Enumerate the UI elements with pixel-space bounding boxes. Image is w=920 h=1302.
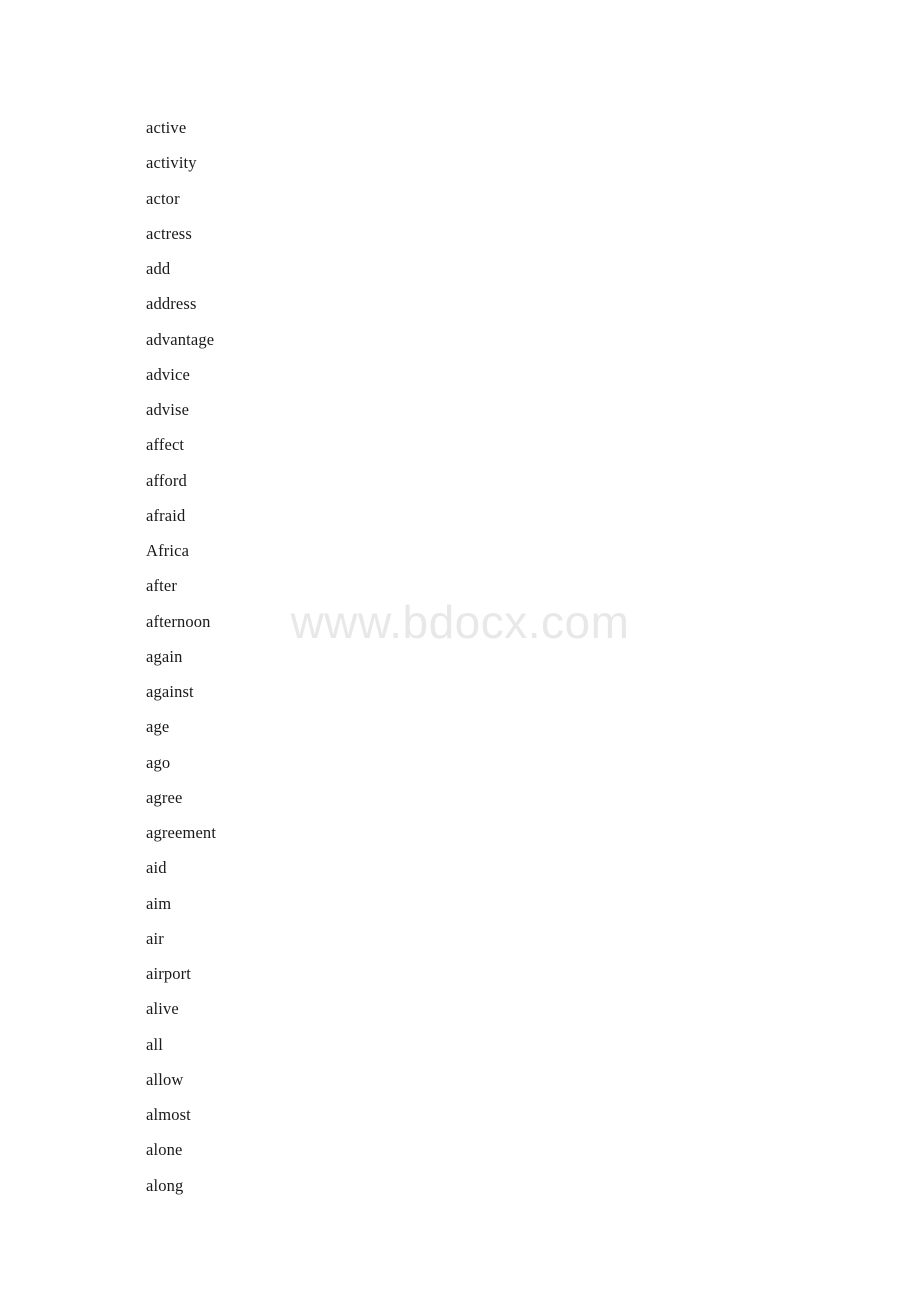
word-list-item: afternoon bbox=[146, 611, 211, 631]
word-list-item: air bbox=[146, 928, 164, 948]
word-list-item: advice bbox=[146, 364, 190, 384]
word-list-item: along bbox=[146, 1175, 184, 1195]
word-list-item: active bbox=[146, 118, 187, 137]
word-list-item: alone bbox=[146, 1140, 183, 1160]
document-page: www.bdocx.com active activity actor actress… bbox=[0, 0, 920, 1302]
word-list-item: agreement bbox=[146, 823, 217, 842]
word-list-item: agree bbox=[146, 787, 183, 807]
word-list-item: advantage bbox=[146, 329, 215, 349]
word-list-item: advise bbox=[146, 400, 190, 419]
word-list-item: after bbox=[146, 576, 177, 596]
word-list-item: address bbox=[146, 294, 197, 314]
word-list-item: add bbox=[146, 259, 171, 278]
word-list-item: all bbox=[146, 1034, 163, 1054]
word-list-item: activity bbox=[146, 153, 197, 173]
word-list-item: against bbox=[146, 682, 194, 701]
word-list-item: actress bbox=[146, 223, 192, 243]
word-list-item: again bbox=[146, 646, 183, 666]
word-list-item: afford bbox=[146, 470, 187, 490]
word-list-item: affect bbox=[146, 435, 185, 455]
word-list-item: aim bbox=[146, 893, 172, 913]
word-list-item: actor bbox=[146, 188, 180, 208]
word-list-item: age bbox=[146, 717, 170, 737]
word-list-item: ago bbox=[146, 752, 171, 772]
word-list-item: allow bbox=[146, 1069, 184, 1089]
word-list-item: alive bbox=[146, 999, 179, 1019]
word-list-item: afraid bbox=[146, 505, 186, 525]
word-list-item: aid bbox=[146, 858, 167, 878]
word-list-item: almost bbox=[146, 1105, 191, 1124]
word-list-item: Africa bbox=[146, 541, 190, 560]
word-list-item: airport bbox=[146, 964, 192, 983]
watermark-text: www.bdocx.com bbox=[290, 596, 630, 648]
vocabulary-word-list: active activity actor actress add address adva… bbox=[146, 110, 216, 1203]
